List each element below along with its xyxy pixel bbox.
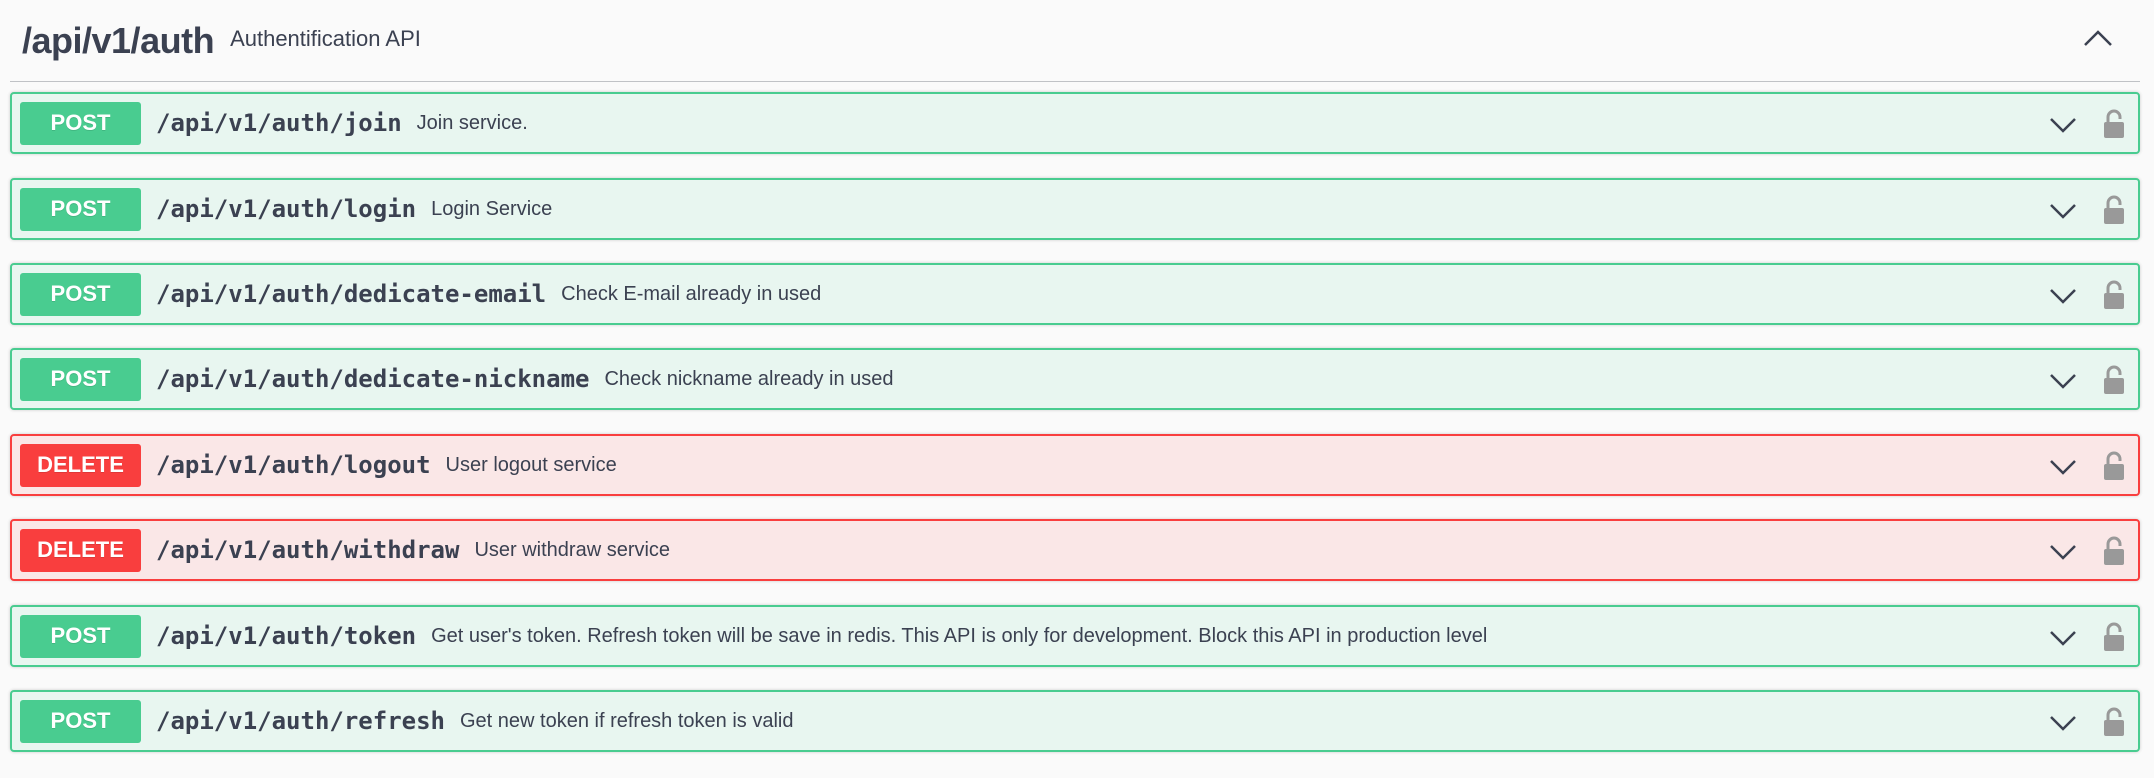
- operation-summary: Get new token if refresh token is valid: [459, 709, 794, 732]
- method-badge: POST: [20, 614, 141, 658]
- auth-tag-section: /api/v1/auth Authentification API POST /…: [0, 0, 2154, 778]
- chevron-down-icon[interactable]: [2048, 196, 2078, 226]
- operation-summary: Get user's token. Refresh token will be …: [431, 624, 1488, 647]
- chevron-up-icon[interactable]: [2078, 18, 2118, 58]
- operation-summary: Join service.: [416, 111, 528, 134]
- operation-path: /api/v1/auth/join: [156, 109, 402, 137]
- operation-join[interactable]: POST /api/v1/auth/join Join service.: [10, 92, 2140, 154]
- chevron-down-icon[interactable]: [2048, 623, 2078, 653]
- tag-description: Authentification API: [230, 25, 421, 51]
- operation-summary: Login Service: [431, 197, 553, 220]
- lock-icon[interactable]: [2100, 363, 2128, 397]
- operation-withdraw[interactable]: DELETE /api/v1/auth/withdraw User withdr…: [10, 519, 2140, 581]
- lock-icon[interactable]: [2100, 107, 2128, 141]
- method-badge: POST: [20, 272, 141, 316]
- operation-path: /api/v1/auth/logout: [156, 451, 431, 479]
- lock-icon[interactable]: [2100, 534, 2128, 568]
- tag-name[interactable]: /api/v1/auth: [22, 20, 215, 62]
- chevron-down-icon[interactable]: [2048, 537, 2078, 567]
- method-badge: DELETE: [20, 443, 141, 487]
- operation-dedicate-nickname[interactable]: POST /api/v1/auth/dedicate-nickname Chec…: [10, 348, 2140, 410]
- operation-logout[interactable]: DELETE /api/v1/auth/logout User logout s…: [10, 434, 2140, 496]
- method-badge: POST: [20, 101, 141, 145]
- operation-path: /api/v1/auth/withdraw: [156, 536, 460, 564]
- method-badge: POST: [20, 357, 141, 401]
- operation-summary: Check nickname already in used: [604, 367, 894, 390]
- tag-header[interactable]: /api/v1/auth Authentification API: [10, 0, 2140, 82]
- chevron-down-icon[interactable]: [2048, 281, 2078, 311]
- chevron-down-icon[interactable]: [2048, 110, 2078, 140]
- operation-summary: Check E-mail already in used: [561, 282, 822, 305]
- operation-path: /api/v1/auth/token: [156, 622, 417, 650]
- operation-summary: User logout service: [445, 453, 617, 476]
- operation-token[interactable]: POST /api/v1/auth/token Get user's token…: [10, 605, 2140, 667]
- operation-path: /api/v1/auth/login: [156, 195, 417, 223]
- operation-login[interactable]: POST /api/v1/auth/login Login Service: [10, 178, 2140, 240]
- method-badge: POST: [20, 699, 141, 743]
- operation-path: /api/v1/auth/dedicate-nickname: [156, 365, 590, 393]
- lock-icon[interactable]: [2100, 705, 2128, 739]
- chevron-down-icon[interactable]: [2048, 452, 2078, 482]
- operation-refresh[interactable]: POST /api/v1/auth/refresh Get new token …: [10, 690, 2140, 752]
- operation-summary: User withdraw service: [474, 538, 671, 561]
- chevron-down-icon[interactable]: [2048, 708, 2078, 738]
- lock-icon[interactable]: [2100, 620, 2128, 654]
- operation-dedicate-email[interactable]: POST /api/v1/auth/dedicate-email Check E…: [10, 263, 2140, 325]
- lock-icon[interactable]: [2100, 278, 2128, 312]
- lock-icon[interactable]: [2100, 449, 2128, 483]
- operation-path: /api/v1/auth/dedicate-email: [156, 280, 547, 308]
- lock-icon[interactable]: [2100, 193, 2128, 227]
- operation-path: /api/v1/auth/refresh: [156, 707, 445, 735]
- method-badge: POST: [20, 187, 141, 231]
- method-badge: DELETE: [20, 528, 141, 572]
- chevron-down-icon[interactable]: [2048, 366, 2078, 396]
